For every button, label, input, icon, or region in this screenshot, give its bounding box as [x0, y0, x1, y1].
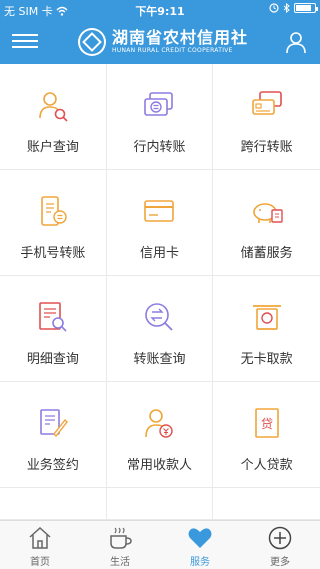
service-label: 常用收款人 — [126, 458, 192, 473]
service-label: 跨行转账 — [240, 140, 293, 155]
cardless-withdraw-icon — [252, 305, 281, 330]
service-business-sign[interactable]: 业务签约 — [0, 382, 107, 488]
inter-bank-transfer-icon — [251, 91, 282, 115]
user-icon[interactable] — [284, 30, 308, 54]
tab-service[interactable]: 服务 — [160, 521, 240, 569]
tab-home[interactable]: 首页 — [0, 521, 80, 569]
service-cardless-withdraw[interactable]: 无卡取款 — [213, 276, 320, 382]
account-search-icon — [39, 92, 68, 122]
personal-loan-icon: 贷 — [254, 408, 279, 438]
service-label: 转账查询 — [133, 352, 186, 367]
service-detail-search[interactable]: 明细查询 — [0, 276, 107, 382]
tab-label: 更多 — [270, 557, 290, 568]
battery-fill — [296, 5, 312, 11]
service-label: 账户查询 — [26, 140, 79, 155]
savings-piggy-icon — [252, 203, 283, 223]
payee-icon — [145, 409, 174, 438]
logo-english-name: HUNAN RURAL CREDIT COOPERATIVE — [111, 47, 233, 54]
grid-empty-cell — [106, 488, 214, 520]
tab-label: 首页 — [30, 557, 50, 568]
service-label: 个人贷款 — [240, 458, 293, 473]
credit-card-icon — [144, 200, 175, 222]
tab-life[interactable]: 生活 — [80, 521, 160, 569]
service-label: 信用卡 — [139, 246, 179, 261]
bank-logo: 湖南省农村信用社 HUNAN RURAL CREDIT COOPERATIVE — [78, 25, 248, 59]
service-label: 储蓄服务 — [240, 246, 293, 261]
tab-label: 服务 — [190, 557, 210, 568]
business-sign-icon — [40, 409, 68, 438]
intra-bank-transfer-icon — [144, 92, 174, 116]
service-intra-bank-transfer[interactable]: 行内转账 — [106, 64, 214, 170]
service-label: 手机号转账 — [20, 246, 86, 261]
service-savings[interactable]: 储蓄服务 — [213, 170, 320, 276]
service-account-search[interactable]: 账户查询 — [0, 64, 107, 170]
alarm-icon — [269, 3, 279, 13]
status-bar: 无 SIM 卡 下午9:11 — [0, 0, 320, 20]
service-inter-bank-transfer[interactable]: 跨行转账 — [213, 64, 320, 170]
bottom-tab-bar: 首页 生活 服务 更多 — [0, 520, 320, 569]
top-navbar: 湖南省农村信用社 HUNAN RURAL CREDIT COOPERATIVE — [0, 20, 320, 64]
service-grid: 账户查询 行内转账 跨行转账 手机号转账 信用卡 储蓄服务 明细查询 转账查询 … — [0, 64, 320, 520]
phone-transfer-icon — [41, 196, 67, 226]
service-label: 业务签约 — [26, 458, 79, 473]
service-label: 行内转账 — [133, 140, 186, 155]
tab-label: 生活 — [110, 557, 130, 568]
home-icon — [29, 526, 51, 549]
plus-circle-icon — [268, 526, 292, 550]
service-label: 明细查询 — [26, 352, 79, 367]
grid-empty-cell — [213, 488, 320, 520]
hamburger-menu-icon[interactable] — [12, 30, 38, 54]
service-label: 无卡取款 — [240, 352, 293, 367]
bluetooth-icon — [283, 3, 290, 13]
logo-text: 湖南省农村信用社 HUNAN RURAL CREDIT COOPERATIVE — [112, 29, 248, 55]
logo-emblem-icon — [78, 28, 106, 56]
service-transfer-search[interactable]: 转账查询 — [106, 276, 214, 382]
svg-text:贷: 贷 — [261, 417, 273, 431]
battery-icon — [294, 3, 318, 13]
detail-search-icon — [39, 302, 67, 332]
service-personal-loan[interactable]: 贷 个人贷款 — [213, 382, 320, 488]
service-credit-card[interactable]: 信用卡 — [106, 170, 214, 276]
status-right — [269, 3, 318, 13]
coffee-cup-icon — [110, 527, 132, 549]
transfer-search-icon — [145, 303, 174, 331]
grid-empty-cell — [0, 488, 107, 520]
heart-icon — [188, 528, 212, 548]
service-phone-transfer[interactable]: 手机号转账 — [0, 170, 107, 276]
service-payee[interactable]: 常用收款人 — [106, 382, 214, 488]
logo-chinese-name: 湖南省农村信用社 — [111, 28, 248, 47]
tab-more[interactable]: 更多 — [240, 521, 320, 569]
